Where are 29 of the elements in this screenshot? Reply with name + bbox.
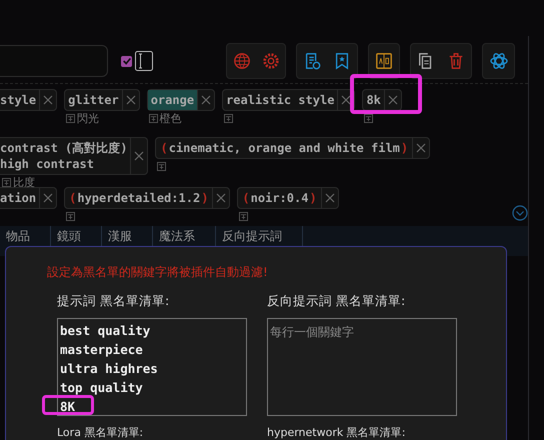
text-cursor-icon[interactable] [135,51,153,71]
blacklist-field[interactable]: best quality masterpiece ultra highres top quality 8K [57,318,247,416]
chevron-down-icon[interactable] [512,205,528,221]
prompt-tag[interactable]: glitter [64,89,140,111]
field-label: Lora 黑名單清單: [57,425,144,440]
settings-icon[interactable] [260,51,280,71]
translation-text: 閃光 [77,110,100,126]
prompt-tag[interactable]: orange [146,89,216,111]
prompt-tag[interactable]: realistic style [222,89,356,111]
highlight-frame [42,395,94,415]
translation-text: 橙色 [160,110,182,126]
blacklist-field[interactable]: 每行一個關鍵字 [267,318,457,416]
prompt-tag[interactable]: (cinematic, orange and white film) [155,137,430,159]
prompt-tag[interactable]: 8k [362,89,402,111]
translation-text: 比度 [13,174,35,190]
compare-icon[interactable] [374,51,394,71]
prompt-tag[interactable]: (noir:0.4) [237,187,339,209]
warning-text: 設定為黑名單的關鍵字將被插件自動過濾! [47,264,269,281]
prompt-tag[interactable]: style [0,89,58,111]
globe-icon[interactable] [232,51,252,71]
field-label: 提示詞 黑名單清單: [57,293,170,309]
search-field[interactable] [0,45,108,77]
prompt-tag[interactable]: (hyperdetailed:1.2) [64,187,230,209]
field-label: 反向提示詞 黑名單清單: [267,293,406,309]
prompt-tag[interactable]: contrast (高對比度) high contrast [0,137,148,175]
prompt-tag[interactable]: ation [0,187,58,209]
checkbox[interactable] [121,56,132,66]
field-label: hypernetwork 黑名單清單: [267,425,406,440]
highlight-frame [350,74,422,114]
